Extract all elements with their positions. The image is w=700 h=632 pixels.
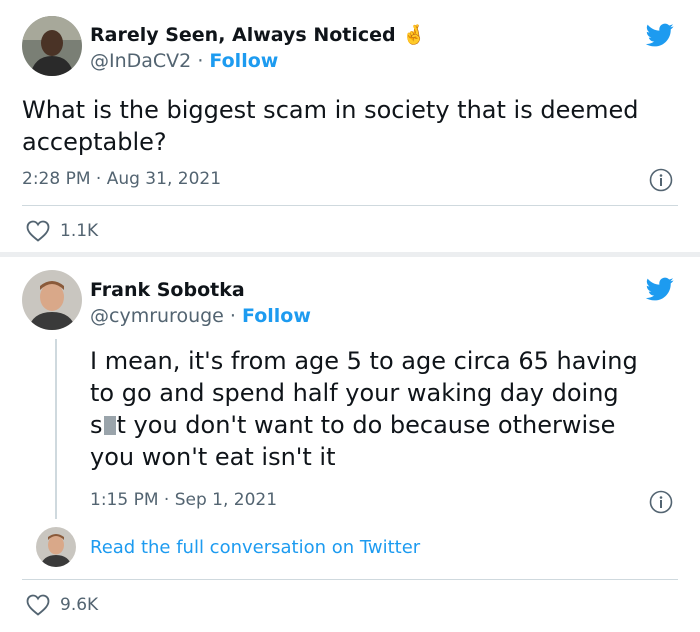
tweet-text: I mean, it's from age 5 to age circa 65 …	[90, 347, 638, 471]
censored-block	[103, 416, 116, 435]
crossed-fingers-emoji: 🤞	[402, 24, 426, 46]
like-button[interactable]: 1.1K	[26, 220, 98, 242]
follow-link[interactable]: Follow	[242, 305, 311, 327]
tweet-text: What is the biggest scam in society that…	[22, 96, 639, 156]
user-handle[interactable]: @cymrurouge	[90, 305, 224, 327]
tweet-card-1: Rarely Seen, Always Noticed 🤞 @InDaCV2 ·…	[0, 0, 700, 252]
follow-link[interactable]: Follow	[209, 50, 278, 72]
like-count: 9.6K	[60, 595, 99, 615]
handle-row: @cymrurouge · Follow	[90, 305, 311, 327]
twitter-bird-icon[interactable]	[643, 21, 677, 49]
heart-icon	[26, 594, 50, 616]
avatar[interactable]	[22, 16, 82, 76]
info-icon[interactable]	[649, 490, 673, 514]
divider	[22, 205, 678, 206]
info-icon[interactable]	[649, 168, 673, 192]
twitter-bird-icon[interactable]	[643, 275, 677, 303]
avatar-small[interactable]	[36, 527, 76, 567]
timestamp[interactable]: 1:15 PM · Sep 1, 2021	[90, 490, 277, 510]
divider	[22, 579, 678, 580]
thread-line	[55, 339, 57, 519]
avatar[interactable]	[22, 270, 82, 330]
read-full-conversation-link[interactable]: Read the full conversation on Twitter	[90, 537, 420, 558]
user-handle[interactable]: @InDaCV2	[90, 50, 191, 72]
timestamp[interactable]: 2:28 PM · Aug 31, 2021	[22, 169, 221, 189]
handle-row: @InDaCV2 · Follow	[90, 50, 279, 72]
display-name[interactable]: Rarely Seen, Always Noticed 🤞	[90, 23, 426, 46]
like-count: 1.1K	[60, 221, 99, 241]
like-button[interactable]: 9.6K	[26, 594, 98, 616]
tweet-card-2: Frank Sobotka @cymrurouge · Follow I mea…	[0, 257, 700, 632]
display-name[interactable]: Frank Sobotka	[90, 279, 245, 301]
heart-icon	[26, 220, 50, 242]
